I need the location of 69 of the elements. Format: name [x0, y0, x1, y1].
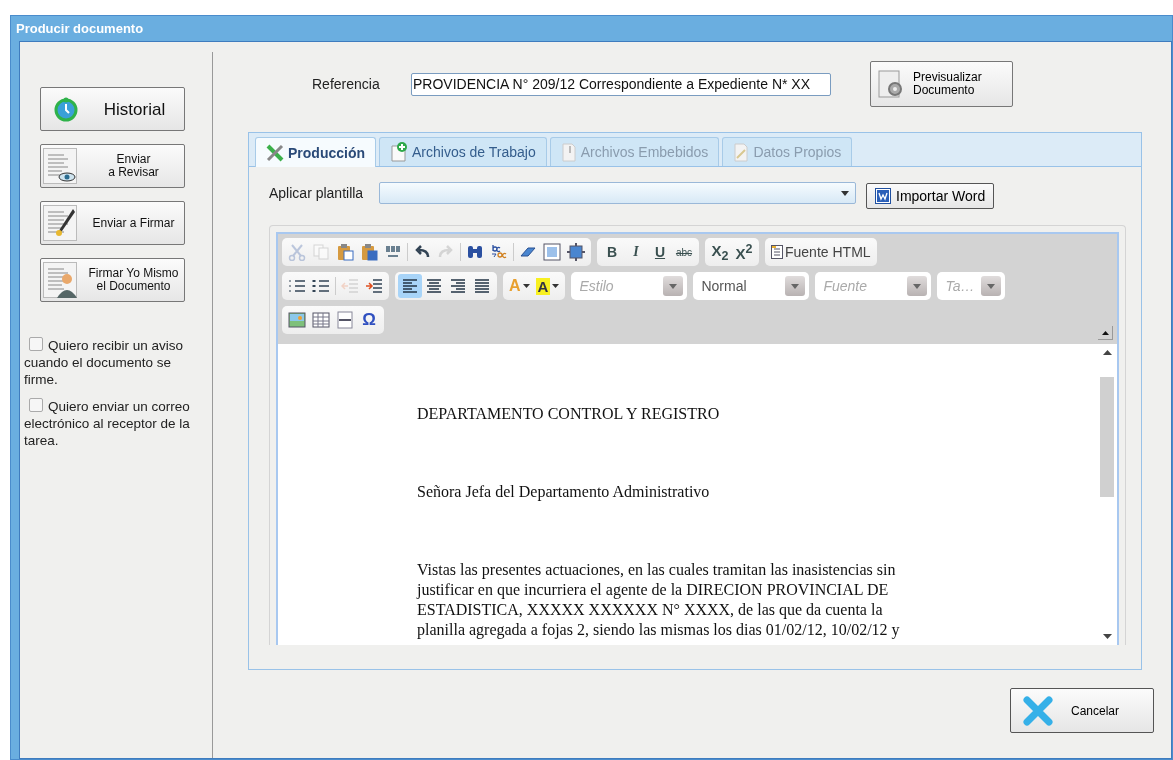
- indent-icon: [365, 277, 383, 295]
- paste-icon: [336, 243, 354, 261]
- tab[interactable]: Archivos de Trabajo: [379, 137, 547, 166]
- scroll-up-arrow-icon[interactable]: [1102, 350, 1112, 355]
- checkbox[interactable]: [29, 398, 43, 412]
- cut-icon: [288, 243, 306, 261]
- checkbox[interactable]: [29, 337, 43, 351]
- window-title: Producir documento: [16, 21, 144, 36]
- document-plus-icon: [390, 142, 408, 162]
- close-icon: [1023, 695, 1053, 726]
- maximize-icon: [567, 243, 585, 261]
- review-button[interactable]: Enviar a Revisar: [40, 144, 185, 188]
- caret-icon: [841, 190, 849, 196]
- bullet-list-icon: [312, 277, 330, 295]
- image-icon: [288, 311, 306, 329]
- document-pencil-icon: [733, 142, 750, 162]
- align-left-button[interactable]: [398, 274, 422, 298]
- document-paragraph: Señora Jefa del Departamento Administrativo: [417, 482, 711, 502]
- numbered-list-icon: [288, 277, 306, 295]
- binoculars-icon: [466, 243, 484, 261]
- select-all-icon: [543, 243, 561, 261]
- italic-button[interactable]: I: [624, 240, 648, 264]
- underline-button[interactable]: U: [648, 240, 672, 264]
- tools-icon: [266, 143, 284, 162]
- reference-label: Referencia: [312, 76, 381, 92]
- cancel-button[interactable]: Cancelar: [1010, 688, 1154, 733]
- strike-button[interactable]: abc: [672, 240, 696, 264]
- preview-button[interactable]: Previsualizar Documento: [870, 61, 1013, 107]
- import-word-button[interactable]: Importar Word: [866, 183, 995, 209]
- document-gear-icon: [877, 69, 905, 99]
- self-sign-button[interactable]: Firmar Yo Mismo el Documento: [40, 258, 185, 302]
- paste-word-icon: [360, 243, 378, 261]
- script-button[interactable]: X$_{2}$: [708, 240, 732, 264]
- document-paragraph: DEPARTAMENTO CONTROL Y REGISTRO: [417, 404, 721, 424]
- bold-button[interactable]: B: [600, 240, 624, 264]
- notify-checkbox-label: Quiero recibir un aviso cuando el documento se firme.: [24, 337, 185, 388]
- history-button[interactable]: Historial: [40, 87, 185, 131]
- document-icon: [771, 245, 783, 259]
- tab[interactable]: Producción: [255, 137, 376, 167]
- format-dropdown[interactable]: Normal: [693, 272, 810, 300]
- source-button[interactable]: Fuente HTML: [768, 240, 874, 264]
- scroll-down-arrow-icon[interactable]: [1102, 634, 1112, 639]
- special-button[interactable]: Ω: [357, 308, 381, 332]
- word-icon: [875, 188, 891, 204]
- bg-color-button[interactable]: A: [532, 274, 563, 298]
- up-triangle-icon: [1101, 330, 1109, 335]
- align-left-icon: [401, 277, 419, 295]
- script-button[interactable]: X$^{2}$: [732, 240, 756, 264]
- document-clip-icon: [560, 142, 577, 162]
- table-icon: [312, 311, 330, 329]
- reference-field[interactable]: PROVIDENCIA N° 209/12 Correspondiente a Expediente N* XX: [411, 72, 831, 96]
- copy-icon: [312, 243, 330, 261]
- document-eye-icon: [43, 148, 77, 184]
- replace-icon: [490, 243, 508, 261]
- notify-checkbox-label: Quiero enviar un correo electrónico al receptor de la tarea.: [24, 398, 190, 449]
- align-center-icon: [425, 277, 443, 295]
- document-person-icon: [43, 262, 77, 298]
- justify-icon: [473, 277, 491, 295]
- clock-icon: [53, 96, 79, 122]
- outdent-icon: [341, 277, 359, 295]
- caret-icon: [552, 284, 560, 288]
- collapse-toolbar-button[interactable]: [1098, 326, 1113, 340]
- document-pen-icon: [43, 205, 77, 241]
- document-paragraph: Vistas las presentes actuaciones, en las cuales tramitan las inasistencias sin justificar en que incurriera el agente de la DIRECION PROVINCIAL DE ESTADISTICA, XXXXX XXXXXX N° XXXX, de las que da cuenta la planilla agregada a fojas 2, siendo las mismas los dias 01/02/12, 10/02/12 y: [417, 560, 901, 640]
- template-label: Aplicar plantilla: [269, 185, 365, 201]
- maximize-button[interactable]: [564, 240, 588, 264]
- sign-button[interactable]: Enviar a Firmar: [40, 201, 185, 245]
- align-right-icon: [449, 277, 467, 295]
- caret-icon: [522, 284, 530, 288]
